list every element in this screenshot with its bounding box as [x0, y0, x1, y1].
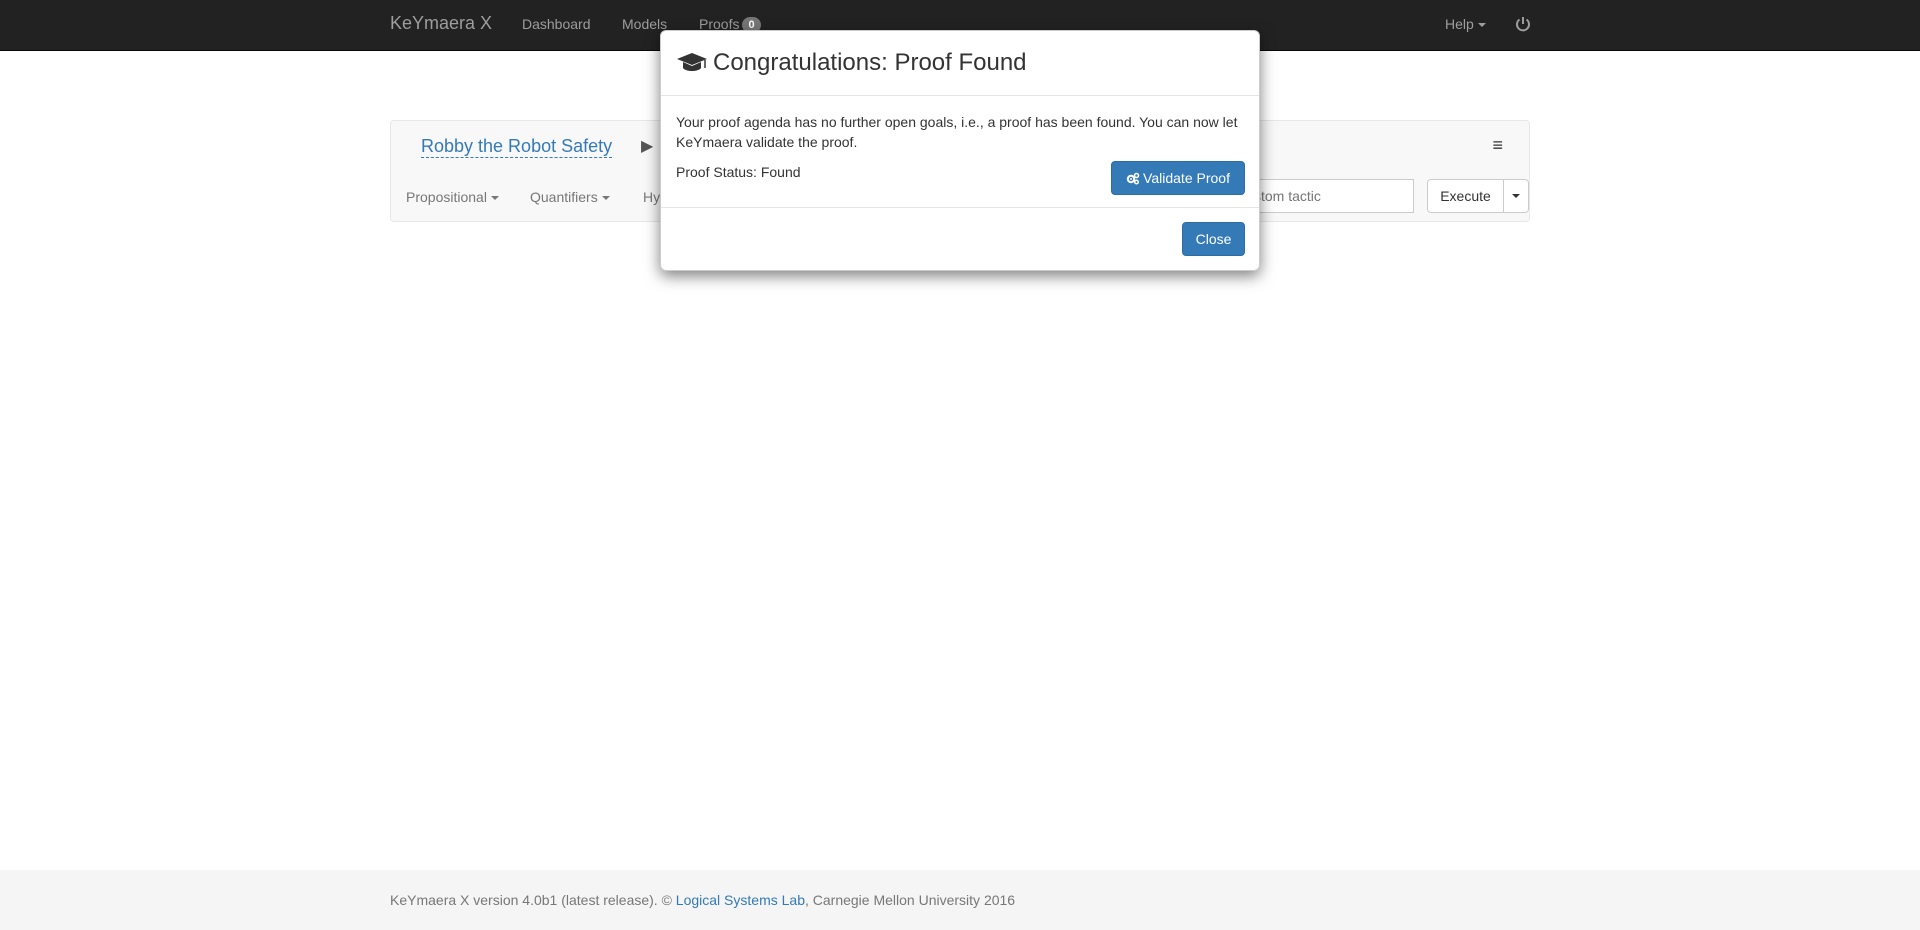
- caret-down-icon: [1512, 194, 1520, 199]
- proof-title[interactable]: Robby the Robot Safety: [421, 135, 613, 158]
- footer-version: KeYmaera X version 4.0b1 (latest release…: [390, 892, 676, 908]
- validate-proof-button[interactable]: Validate Proof: [1111, 161, 1245, 195]
- footer-university: , Carnegie Mellon University 2016: [804, 892, 1016, 908]
- custom-tactic-input[interactable]: [1241, 179, 1414, 213]
- help-label: Help: [1445, 16, 1474, 32]
- execute-button[interactable]: Execute: [1427, 179, 1504, 213]
- toolbar-quantifiers[interactable]: Quantifiers: [530, 189, 610, 205]
- nav-dashboard[interactable]: Dashboard: [522, 16, 591, 32]
- help-dropdown[interactable]: Help: [1445, 16, 1486, 32]
- toolbar-hybrid[interactable]: Hy: [643, 189, 660, 205]
- power-icon[interactable]: [1515, 14, 1531, 34]
- toolbar-quantifiers-label: Quantifiers: [530, 189, 598, 205]
- caret-down-icon: [490, 196, 499, 201]
- dialog-title: Congratulations: Proof Found: [713, 49, 1027, 76]
- brand-logo[interactable]: KeYmaera X: [390, 13, 492, 34]
- graduation-cap-icon: [677, 53, 707, 71]
- gears-icon: [1126, 172, 1140, 185]
- nav-models[interactable]: Models: [622, 16, 667, 32]
- hamburger-menu-icon[interactable]: ≡: [1492, 135, 1503, 156]
- dialog-header: Congratulations: Proof Found: [661, 31, 1259, 96]
- dialog-message: Your proof agenda has no further open go…: [676, 114, 1238, 150]
- dialog-body: Your proof agenda has no further open go…: [661, 96, 1259, 208]
- proof-status: Proof Status: Found: [676, 164, 801, 180]
- footer-text: KeYmaera X version 4.0b1 (latest release…: [390, 892, 1015, 908]
- close-button[interactable]: Close: [1182, 222, 1245, 256]
- caret-down-icon: [601, 196, 610, 201]
- toolbar-propositional-label: Propositional: [406, 189, 487, 205]
- execute-dropdown-button[interactable]: [1503, 179, 1529, 213]
- proof-found-dialog: Congratulations: Proof Found Your proof …: [660, 30, 1260, 271]
- validate-proof-label: Validate Proof: [1143, 170, 1230, 186]
- footer-lab-link[interactable]: Logical Systems Lab: [676, 892, 805, 908]
- caret-down-icon: [1477, 23, 1486, 28]
- toolbar-propositional[interactable]: Propositional: [406, 189, 499, 205]
- footer: KeYmaera X version 4.0b1 (latest release…: [0, 870, 1920, 930]
- breadcrumb-arrow-icon: ▶: [641, 138, 654, 155]
